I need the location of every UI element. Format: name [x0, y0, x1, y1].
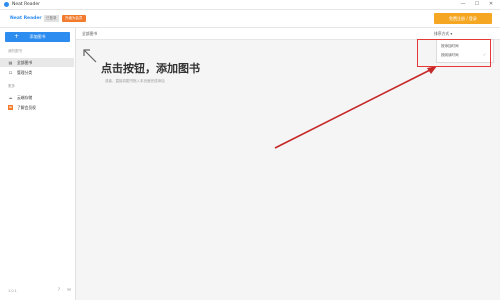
annotation-highlight-box — [417, 39, 491, 67]
pointer-arrow-icon — [83, 49, 97, 63]
annotation-arrow — [274, 66, 437, 149]
